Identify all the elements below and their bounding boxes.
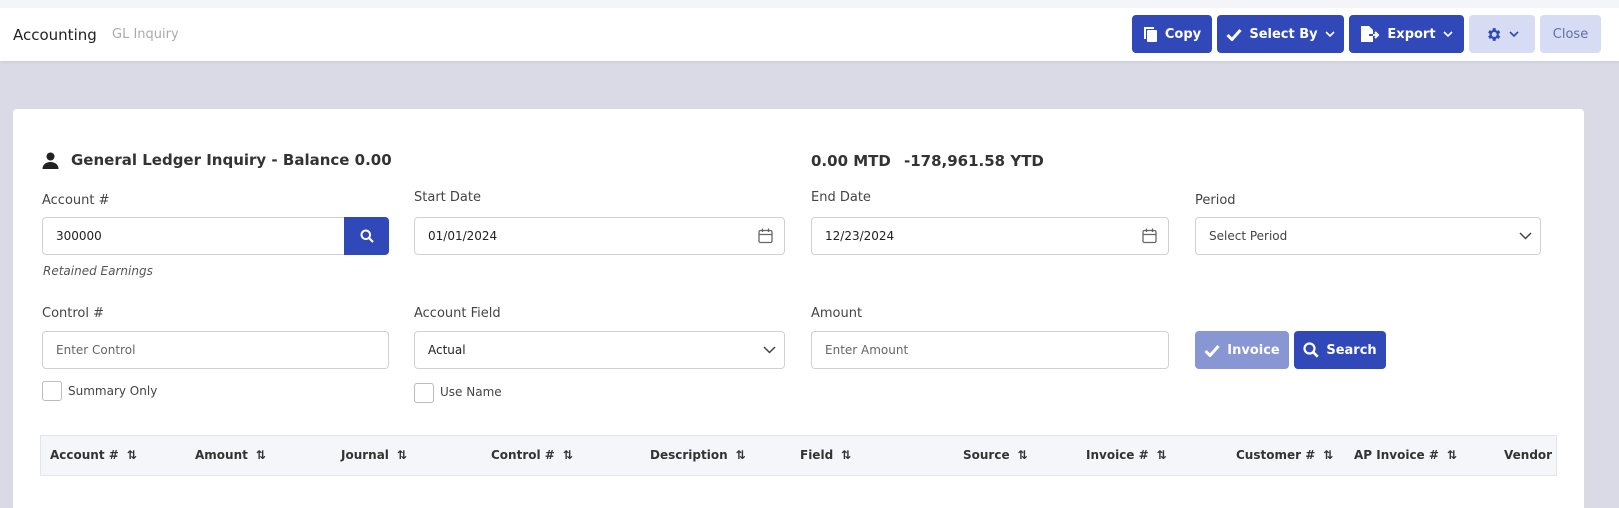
ytd-total: -178,961.58 YTD [904,152,1044,170]
sort-icon: ⇅ [396,448,407,462]
select-by-label: Select By [1249,26,1318,42]
invoice-button[interactable]: Invoice [1195,331,1289,369]
column-header-vendor[interactable]: Vendor # [1504,448,1556,462]
sort-icon: ⇅ [841,448,852,462]
chevron-down-icon [1325,30,1335,37]
search-button[interactable]: Search [1294,331,1386,369]
use-name-checkbox[interactable] [414,383,434,403]
period-value: Select Period [1209,229,1288,243]
summary-only-checkbox[interactable] [42,381,62,401]
chevron-down-icon [1519,232,1532,240]
search-icon [360,229,374,243]
column-header-amount[interactable]: Amount ⇅ [195,448,266,462]
page-title: General Ledger Inquiry - Balance 0.00 [42,151,392,169]
invoice-label: Invoice [1227,342,1280,358]
column-header-invoice[interactable]: Invoice # ⇅ [1086,448,1167,462]
end-date-value: 12/23/2024 [825,229,895,243]
top-bar: Accounting GL Inquiry Copy Select By Exp… [0,0,1619,61]
period-label: Period [1195,193,1236,208]
column-header-customer[interactable]: Customer # ⇅ [1236,448,1333,462]
breadcrumb-page[interactable]: GL Inquiry [112,27,179,42]
close-label: Close [1552,26,1589,42]
start-date-label: Start Date [414,190,481,205]
sort-icon: ⇅ [1323,448,1334,462]
account-field-select[interactable]: Actual [414,331,785,369]
export-button[interactable]: Export [1349,15,1464,53]
account-field-label: Account Field [414,306,501,321]
sort-icon: ⇅ [1156,448,1167,462]
column-header-journal[interactable]: Journal ⇅ [341,448,407,462]
column-header-field[interactable]: Field ⇅ [800,448,851,462]
period-select[interactable]: Select Period [1195,217,1541,255]
use-name-label: Use Name [440,385,502,399]
chevron-down-icon [1509,30,1519,37]
results-table-header: Account # ⇅ Amount ⇅ Journal ⇅ Control # ⇅ D… [40,435,1557,476]
chevron-down-icon [1442,30,1453,37]
column-header-ap-invoice[interactable]: AP Invoice # ⇅ [1354,448,1457,462]
control-placeholder: Enter Control [56,343,136,357]
amount-label: Amount [811,306,863,321]
breadcrumb-module[interactable]: Accounting [13,26,97,44]
amount-input[interactable]: Enter Amount [811,331,1169,369]
sort-icon: ⇅ [1017,448,1028,462]
account-value: 300000 [56,229,102,243]
search-icon [1303,342,1319,358]
settings-button[interactable] [1469,15,1535,53]
check-icon [1226,28,1242,41]
amount-placeholder: Enter Amount [825,343,909,357]
sort-icon: ⇅ [735,448,746,462]
check-icon [1204,344,1220,357]
account-input[interactable]: 300000 [42,217,346,255]
page-title-text: General Ledger Inquiry - Balance 0.00 [71,151,392,169]
column-header-source[interactable]: Source ⇅ [963,448,1028,462]
sort-icon: ⇅ [126,448,137,462]
account-field-value: Actual [428,343,466,357]
sort-icon: ⇅ [255,448,266,462]
chevron-down-icon [763,346,776,354]
control-label: Control # [42,306,105,321]
summary-only-label: Summary Only [68,384,158,398]
column-header-description[interactable]: Description ⇅ [650,448,746,462]
gear-icon [1488,27,1501,41]
sort-icon: ⇅ [1446,448,1457,462]
start-date-value: 01/01/2024 [428,229,498,243]
select-by-button[interactable]: Select By [1217,15,1344,53]
calendar-icon[interactable] [758,228,773,244]
calendar-icon[interactable] [1142,228,1157,244]
copy-icon [1143,26,1157,42]
export-icon [1361,26,1380,42]
end-date-label: End Date [811,190,871,205]
search-label: Search [1326,342,1377,358]
column-header-control[interactable]: Control # ⇅ [491,448,573,462]
control-input[interactable]: Enter Control [42,331,389,369]
close-button[interactable]: Close [1540,15,1601,53]
account-label: Account # [42,193,110,208]
account-name-hint: Retained Earnings [43,264,153,278]
column-header-account[interactable]: Account # ⇅ [50,448,137,462]
user-icon [42,152,59,169]
sort-icon: ⇅ [562,448,573,462]
copy-label: Copy [1164,26,1202,42]
end-date-input[interactable]: 12/23/2024 [811,217,1169,255]
mtd-total: 0.00 MTD [811,152,891,170]
export-label: Export [1387,26,1436,42]
copy-button[interactable]: Copy [1132,15,1212,53]
start-date-input[interactable]: 01/01/2024 [414,217,785,255]
account-search-button[interactable] [344,217,389,255]
